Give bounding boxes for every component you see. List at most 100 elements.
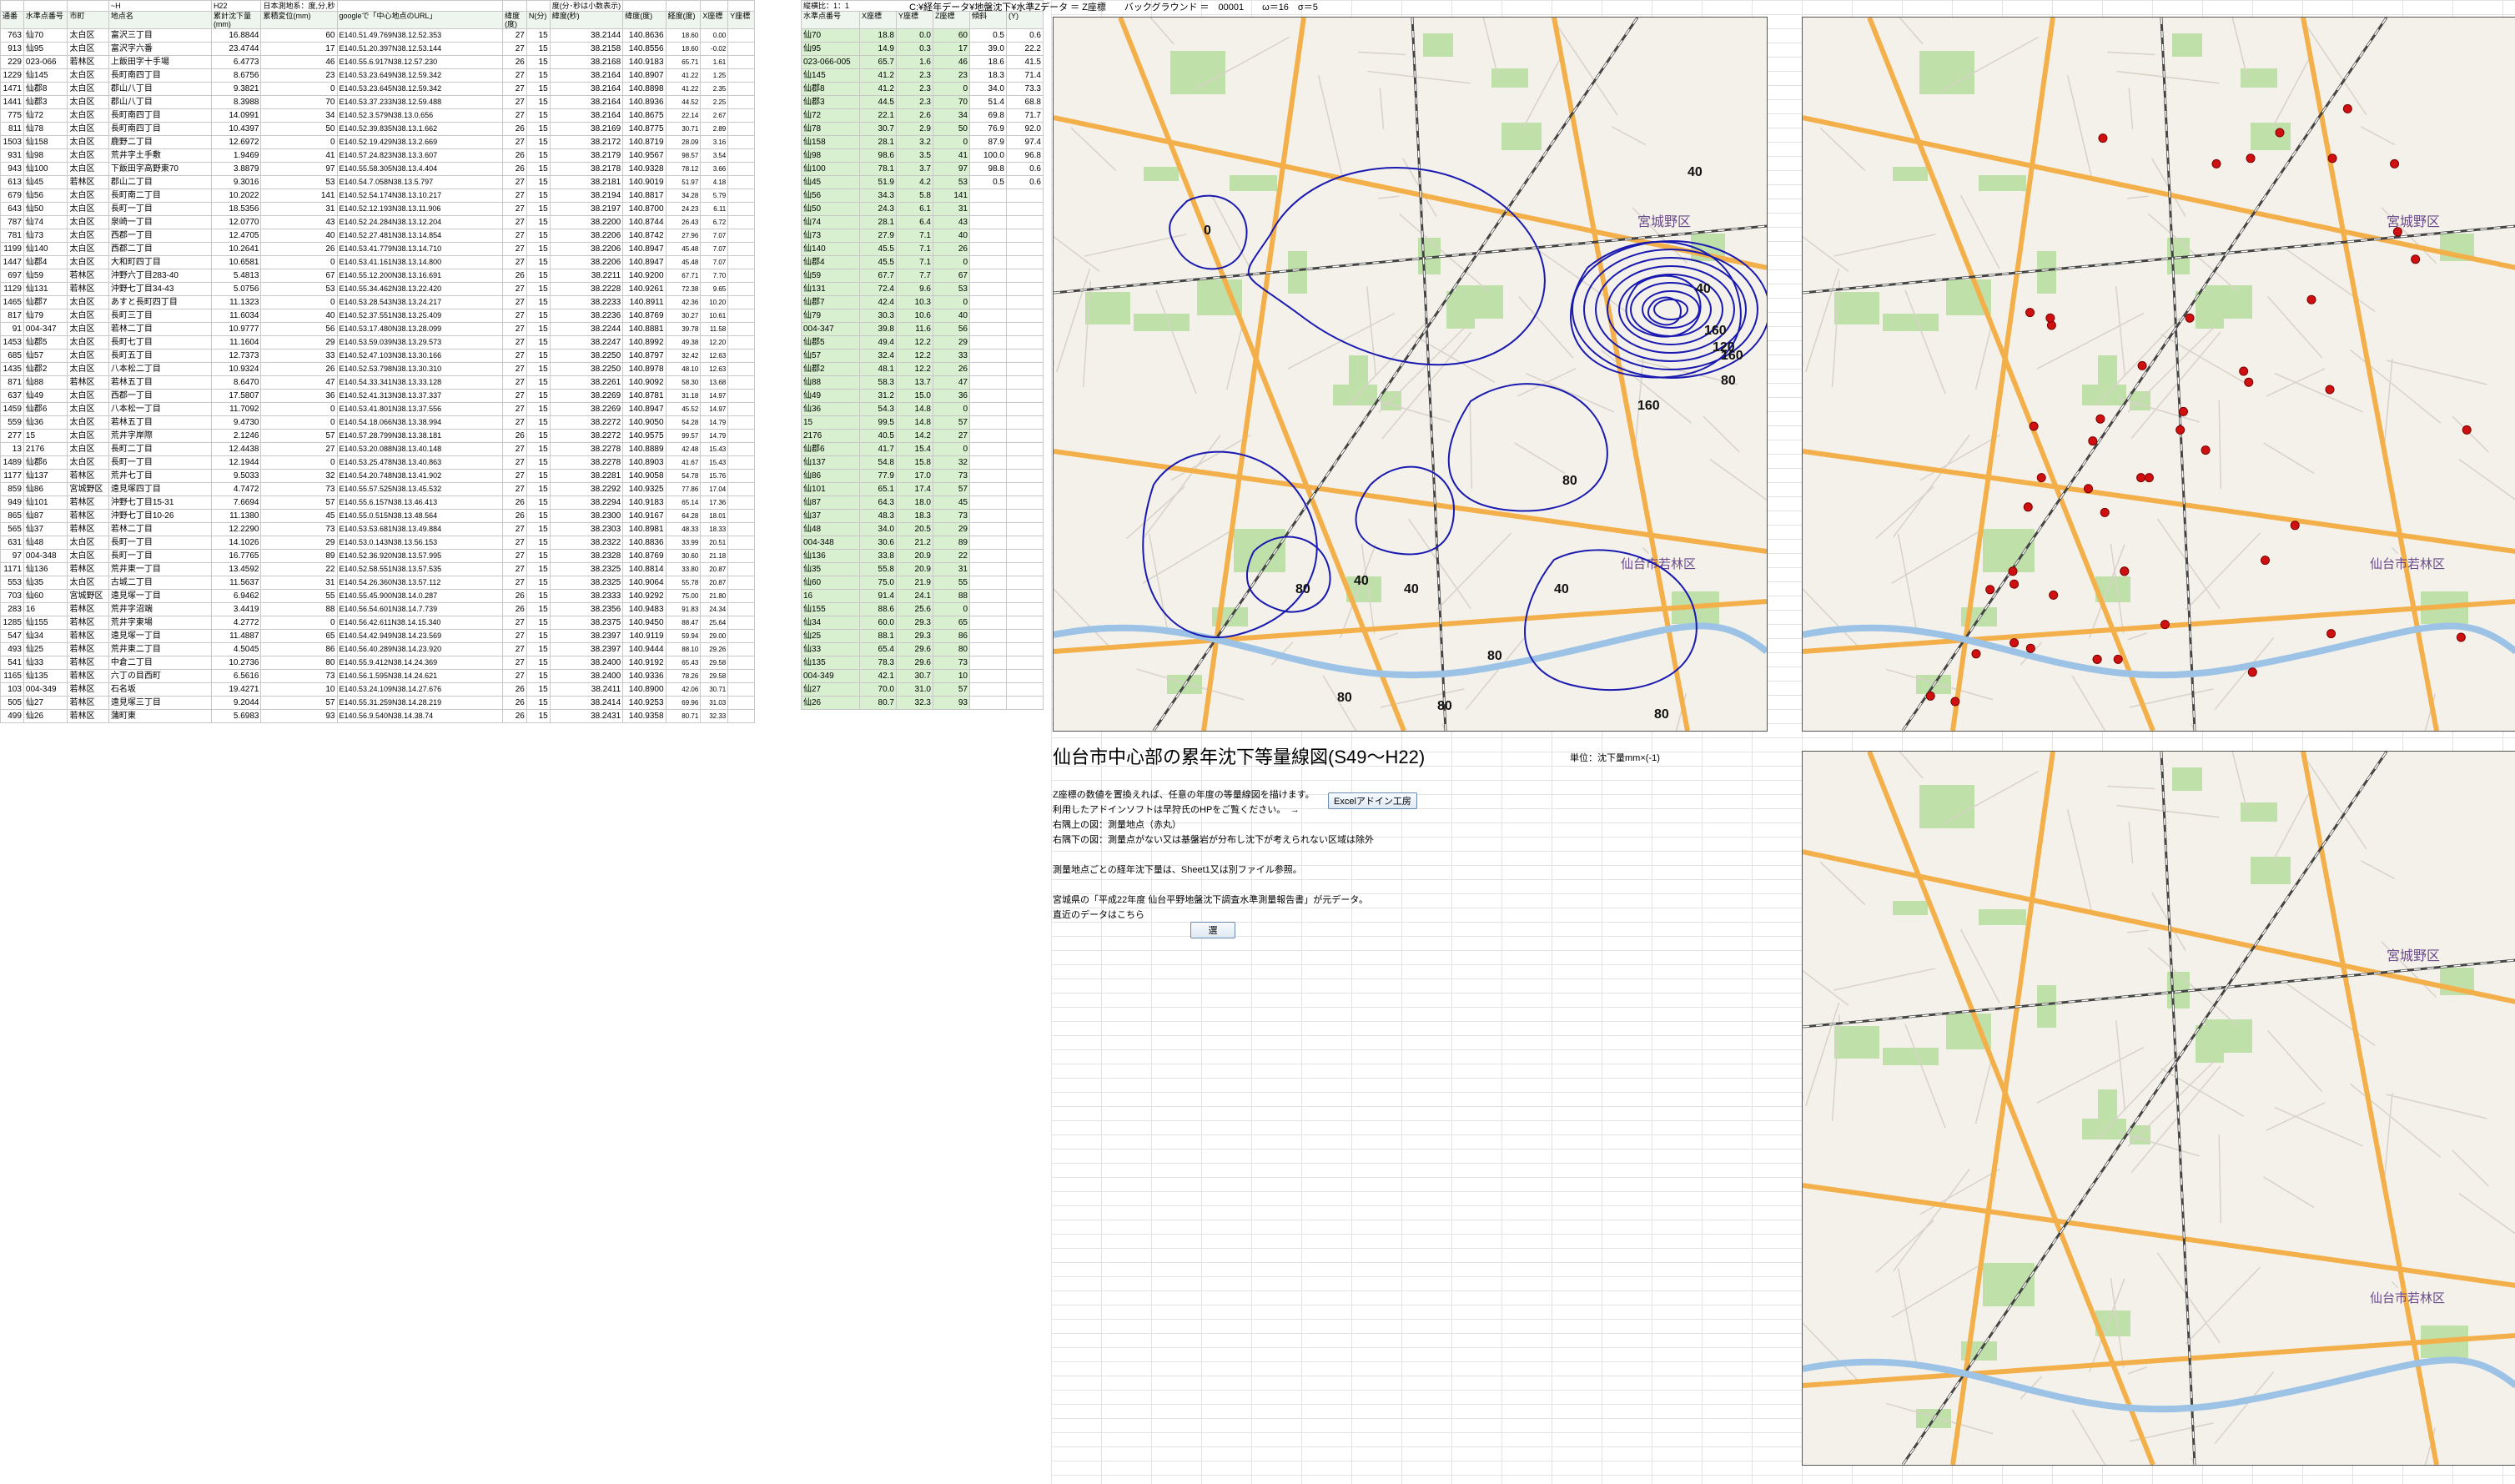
- table-cell[interactable]: 仙59: [801, 269, 860, 283]
- table-cell[interactable]: 2.9: [896, 122, 933, 136]
- survey-point-marker[interactable]: [2306, 294, 2316, 304]
- table-cell[interactable]: 15: [526, 709, 551, 723]
- table-cell[interactable]: 56: [260, 322, 338, 336]
- table-cell[interactable]: 931: [0, 148, 24, 163]
- table-cell[interactable]: 若林二丁目: [108, 522, 212, 536]
- table-row[interactable]: 13 2176 太白区 長町二丁目 12.4438 27 E140.53.20.088N38…: [0, 442, 755, 456]
- table-cell[interactable]: 仙50: [801, 202, 860, 216]
- table-cell[interactable]: 140.9567: [622, 148, 666, 163]
- table-cell[interactable]: 38.2261: [549, 375, 624, 390]
- table-cell[interactable]: 3.4419: [210, 602, 262, 616]
- table-cell[interactable]: 140.9450: [622, 616, 666, 630]
- column-header[interactable]: Y座標: [896, 11, 933, 29]
- table-cell[interactable]: 18.60: [665, 28, 702, 43]
- table-row[interactable]: 仙98 98.6 3.5 41 100.0 96.8: [801, 148, 1044, 163]
- table-cell[interactable]: 長町南四丁目: [108, 68, 212, 83]
- table-cell[interactable]: E140.55.12.200N38.13.16.691: [336, 269, 504, 283]
- survey-point-marker[interactable]: [2175, 425, 2186, 435]
- table-cell[interactable]: 仙49: [23, 389, 68, 403]
- table-cell[interactable]: 31.2: [859, 389, 897, 403]
- table-row[interactable]: 613 仙45 若林区 郡山二丁目 9.3016 53 E140.54.7.058N38.1…: [0, 175, 755, 189]
- table-cell[interactable]: 38.2292: [549, 482, 624, 496]
- top-label-cell[interactable]: [502, 0, 527, 12]
- table-cell[interactable]: 38.2211: [549, 269, 624, 283]
- table-cell[interactable]: [727, 616, 755, 630]
- table-cell[interactable]: 宮城野区: [67, 482, 109, 496]
- table-cell[interactable]: 石名坂: [108, 682, 212, 697]
- table-cell[interactable]: 38.2164: [549, 82, 624, 96]
- table-cell[interactable]: 仙70: [801, 28, 860, 43]
- table-cell[interactable]: 47: [260, 375, 338, 390]
- table-cell[interactable]: 太白区: [67, 215, 109, 229]
- table-cell[interactable]: 若林区: [67, 656, 109, 670]
- table-cell[interactable]: 10.6581: [210, 255, 262, 269]
- table-cell[interactable]: 0: [260, 616, 338, 630]
- table-cell[interactable]: [969, 482, 1007, 496]
- table-cell[interactable]: 仙70: [23, 28, 68, 43]
- survey-point-marker[interactable]: [2009, 579, 2020, 589]
- table-row[interactable]: 1171 仙136 若林区 荒井東一丁目 13.4592 22 E140.52.58.551…: [0, 562, 755, 576]
- table-cell[interactable]: E140.55.9.412N38.14.24.369: [336, 656, 504, 670]
- table-cell[interactable]: 42.36: [665, 295, 702, 309]
- table-cell[interactable]: 11.58: [700, 322, 729, 336]
- column-header[interactable]: (Y): [1006, 11, 1044, 29]
- table-cell[interactable]: 15.43: [700, 442, 729, 456]
- table-cell[interactable]: 1129: [0, 282, 24, 296]
- column-header[interactable]: 累積変位(mm): [260, 11, 338, 29]
- table-cell[interactable]: [1006, 562, 1044, 576]
- survey-point-marker[interactable]: [2342, 103, 2352, 113]
- table-cell[interactable]: 45.5: [859, 242, 897, 256]
- table-cell[interactable]: 仙26: [23, 709, 68, 723]
- table-cell[interactable]: 004-349: [23, 682, 68, 697]
- table-cell[interactable]: 27: [502, 42, 527, 56]
- table-cell[interactable]: 5.79: [700, 189, 729, 203]
- addin-link-button[interactable]: Excelアドイン工房: [1328, 792, 1417, 809]
- table-cell[interactable]: [727, 242, 755, 256]
- table-cell[interactable]: 1447: [0, 255, 24, 269]
- table-cell[interactable]: 65.71: [665, 55, 702, 69]
- table-cell[interactable]: 15: [526, 349, 551, 363]
- table-cell[interactable]: 26: [502, 509, 527, 523]
- table-cell[interactable]: 太白区: [67, 28, 109, 43]
- table-cell[interactable]: 15: [526, 175, 551, 189]
- table-cell[interactable]: E140.55.6.917N38.12.57.230: [336, 55, 504, 69]
- table-cell[interactable]: 51.4: [969, 95, 1007, 109]
- table-cell[interactable]: 13.7: [896, 375, 933, 390]
- table-row[interactable]: 763 仙70 太白区 富沢三丁目 16.8844 60 E140.51.49.769N38…: [0, 28, 755, 43]
- survey-point-marker[interactable]: [2144, 473, 2154, 483]
- table-cell[interactable]: 023-066-005: [801, 55, 860, 69]
- table-cell[interactable]: 15: [526, 549, 551, 563]
- survey-point-marker[interactable]: [2261, 556, 2271, 566]
- table-cell[interactable]: 11.4887: [210, 629, 262, 643]
- table-cell[interactable]: 141: [260, 189, 338, 203]
- table-cell[interactable]: 遠見塚一丁目: [108, 629, 212, 643]
- table-cell[interactable]: 38.2333: [549, 589, 624, 603]
- table-cell[interactable]: 547: [0, 629, 24, 643]
- table-cell[interactable]: 2.25: [700, 95, 729, 109]
- survey-point-marker[interactable]: [2008, 566, 2018, 576]
- table-cell[interactable]: 15: [526, 682, 551, 697]
- table-cell[interactable]: 1177: [0, 469, 24, 483]
- table-cell[interactable]: E140.53.25.478N38.13.40.863: [336, 455, 504, 470]
- table-cell[interactable]: 太白区: [67, 536, 109, 550]
- table-cell[interactable]: 685: [0, 349, 24, 363]
- table-cell[interactable]: 41.2: [859, 82, 897, 96]
- table-row[interactable]: 仙34 60.0 29.3 65: [801, 616, 1044, 630]
- table-cell[interactable]: 27: [502, 442, 527, 456]
- table-cell[interactable]: 仙78: [23, 122, 68, 136]
- table-cell[interactable]: 505: [0, 696, 24, 710]
- table-cell[interactable]: E140.53.23.649N38.12.59.342: [336, 68, 504, 83]
- table-cell[interactable]: 34.28: [665, 189, 702, 203]
- column-header[interactable]: 緯度(度): [622, 11, 666, 29]
- table-cell[interactable]: [969, 309, 1007, 323]
- table-cell[interactable]: 44.5: [859, 95, 897, 109]
- table-cell[interactable]: 5.8: [896, 189, 933, 203]
- table-cell[interactable]: 1453: [0, 335, 24, 350]
- table-cell[interactable]: [727, 202, 755, 216]
- table-cell[interactable]: 0: [933, 255, 970, 269]
- table-cell[interactable]: 57: [260, 429, 338, 443]
- table-cell[interactable]: 仙131: [23, 282, 68, 296]
- table-cell[interactable]: 仙72: [801, 108, 860, 123]
- table-row[interactable]: 1489 仙郡6 太白区 長町一丁目 12.1944 0 E140.53.25.478N38…: [0, 455, 755, 470]
- table-row[interactable]: 仙79 30.3 10.6 40: [801, 309, 1044, 323]
